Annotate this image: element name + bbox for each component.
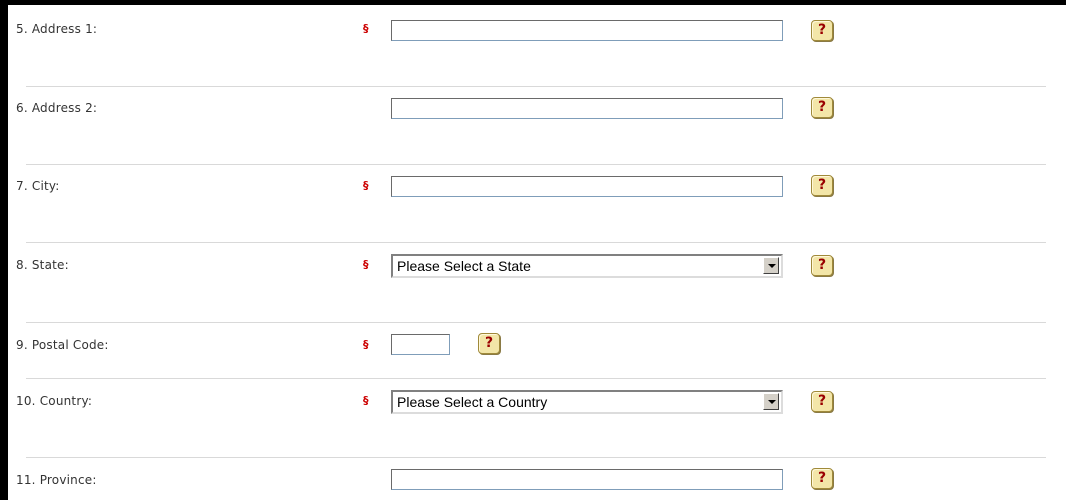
country-select-value: Please Select a Country — [397, 394, 548, 410]
postal-code-label: 9. Postal Code: — [16, 338, 109, 352]
row-divider — [26, 457, 1046, 458]
country-label: 10. Country: — [16, 394, 93, 408]
state-select-value: Please Select a State — [397, 258, 531, 274]
row-divider — [26, 86, 1046, 87]
address2-label: 6. Address 2: — [16, 101, 98, 115]
chevron-down-icon[interactable] — [763, 257, 779, 274]
address2-help-icon[interactable]: ? — [811, 97, 833, 118]
country-select[interactable]: Please Select a Country — [391, 390, 783, 414]
country-required-marker: § — [363, 394, 369, 407]
state-select[interactable]: Please Select a State — [391, 254, 783, 278]
chevron-down-icon[interactable] — [763, 393, 779, 410]
row-divider — [26, 378, 1046, 379]
city-required-marker: § — [363, 179, 369, 192]
window-frame-left — [0, 0, 8, 500]
country-help-icon[interactable]: ? — [811, 391, 833, 412]
province-input[interactable] — [391, 469, 783, 490]
province-label: 11. Province: — [16, 473, 97, 487]
address2-input[interactable] — [391, 98, 783, 119]
city-help-icon[interactable]: ? — [811, 175, 833, 196]
address1-required-marker: § — [363, 22, 369, 35]
city-input[interactable] — [391, 176, 783, 197]
row-divider — [26, 322, 1046, 323]
state-label: 8. State: — [16, 258, 69, 272]
address1-input[interactable] — [391, 20, 783, 41]
address1-help-icon[interactable]: ? — [811, 20, 833, 41]
postal-code-help-icon[interactable]: ? — [478, 333, 500, 354]
window-frame-top — [0, 0, 1066, 5]
address1-label: 5. Address 1: — [16, 22, 98, 36]
postal-code-required-marker: § — [363, 338, 369, 351]
row-divider — [26, 242, 1046, 243]
province-help-icon[interactable]: ? — [811, 468, 833, 489]
state-required-marker: § — [363, 258, 369, 271]
state-help-icon[interactable]: ? — [811, 255, 833, 276]
row-divider — [26, 164, 1046, 165]
postal-code-input[interactable] — [391, 334, 450, 355]
city-label: 7. City: — [16, 179, 60, 193]
